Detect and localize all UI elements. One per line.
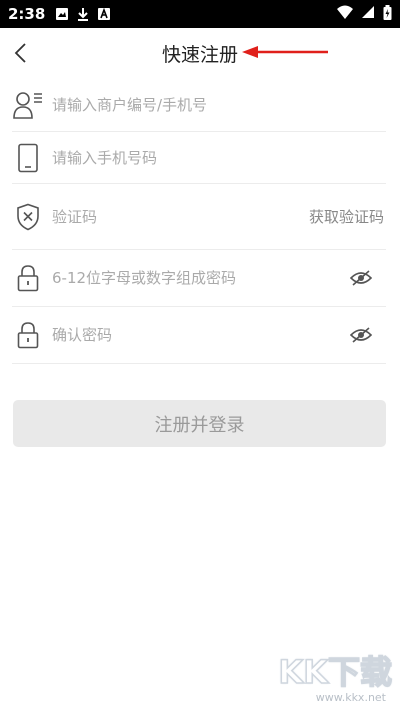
user-card-icon xyxy=(12,91,44,119)
register-login-button[interactable]: 注册并登录 xyxy=(13,400,386,447)
status-bar: 2:38 xyxy=(0,0,400,28)
eye-hidden-icon[interactable] xyxy=(350,270,372,286)
register-form: 获取验证码 xyxy=(0,78,400,364)
phone-icon xyxy=(12,143,44,173)
header: 快速注册 xyxy=(0,28,400,78)
battery-icon xyxy=(383,4,392,24)
back-arrow-icon[interactable] xyxy=(8,40,32,66)
phone-row xyxy=(12,132,386,184)
status-time: 2:38 xyxy=(8,5,46,23)
phone-input[interactable] xyxy=(52,148,386,167)
download-icon xyxy=(77,7,89,21)
merchant-input[interactable] xyxy=(52,95,386,114)
verification-code-input[interactable] xyxy=(52,207,309,226)
image-icon xyxy=(55,7,69,21)
signal-icon xyxy=(361,5,375,23)
password-row xyxy=(12,250,386,307)
shield-icon xyxy=(12,203,44,231)
lock-icon xyxy=(12,321,44,349)
confirm-row xyxy=(12,307,386,364)
lock-icon xyxy=(12,264,44,292)
code-row: 获取验证码 xyxy=(12,184,386,250)
watermark-url: www.kkx.net xyxy=(315,691,386,704)
app-icon xyxy=(97,7,111,21)
wifi-icon xyxy=(337,5,353,23)
eye-hidden-icon[interactable] xyxy=(350,327,372,343)
page-title: 快速注册 xyxy=(161,43,238,66)
watermark-logo: KK下载 xyxy=(278,652,393,692)
password-input[interactable] xyxy=(52,269,350,287)
annotation-arrow-icon xyxy=(242,44,332,63)
get-code-button[interactable]: 获取验证码 xyxy=(309,206,384,227)
merchant-row xyxy=(12,78,386,132)
confirm-password-input[interactable] xyxy=(52,326,350,344)
watermark: KK下载 www.kkx.net xyxy=(278,647,393,704)
